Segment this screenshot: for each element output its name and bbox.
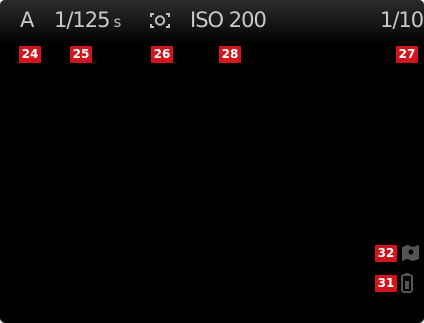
callout-28: 28 — [219, 46, 241, 63]
callout-32: 32 — [375, 245, 397, 262]
callout-24: 24 — [19, 46, 41, 63]
camera-display: A 1/125 s ISO 200 1/10 24 25 26 28 27 32 … — [0, 0, 424, 323]
shutter-speed-value: 1/125 — [54, 8, 111, 32]
callout-26: 26 — [151, 46, 173, 63]
center-weighted-metering-icon — [150, 13, 170, 28]
battery-icon — [401, 273, 413, 293]
iso-value: ISO 200 — [190, 8, 267, 32]
gps-icon — [402, 245, 419, 261]
callout-31: 31 — [375, 275, 397, 292]
exposure-mode: A — [20, 8, 34, 32]
shutter-speed-unit: s — [113, 13, 122, 31]
frame-counter: 1/10 — [380, 8, 424, 32]
callout-27: 27 — [396, 46, 418, 63]
callout-25: 25 — [70, 46, 92, 63]
shutter-speed: 1/125 s — [54, 6, 121, 36]
